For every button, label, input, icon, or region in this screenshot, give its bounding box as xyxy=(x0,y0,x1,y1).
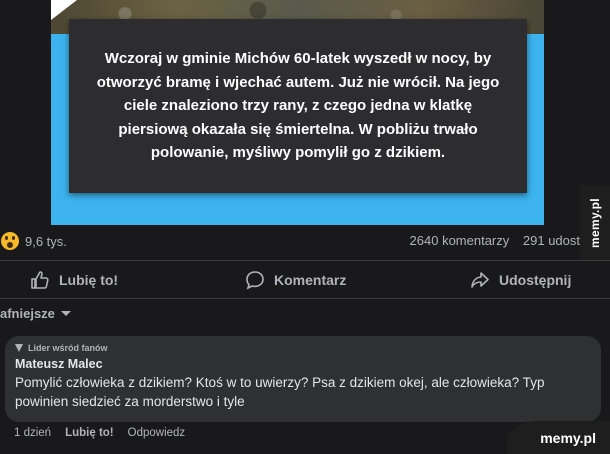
action-bar: Lubię to! Komentarz Udostępnij xyxy=(0,264,610,296)
decorative-corner xyxy=(51,0,77,20)
comments-count[interactable]: 2640 komentarzy xyxy=(410,233,510,248)
comment-bubble: Lider wśród fanów Mateusz Malec Pomylić … xyxy=(5,336,601,422)
comment-reply-link[interactable]: Odpowiedz xyxy=(128,427,186,439)
divider xyxy=(0,298,610,299)
comment-author[interactable]: Mateusz Malec xyxy=(15,357,591,371)
side-watermark-text: memy.pl xyxy=(588,197,602,248)
shares-count[interactable]: 291 udost xyxy=(523,233,580,248)
thumbs-up-icon xyxy=(31,271,49,289)
like-button[interactable]: Lubię to! xyxy=(30,270,118,290)
side-watermark: memy.pl xyxy=(580,185,610,260)
share-arrow-icon xyxy=(471,272,489,288)
caret-down-icon xyxy=(60,311,71,316)
share-label: Udostępnij xyxy=(499,272,572,288)
reactions-bar: 9,6 tys. 2640 komentarzy 291 udost xyxy=(0,229,580,253)
comment-actions: 1 dzień Lubię to! Odpowiedz xyxy=(14,427,185,439)
fan-badge: Lider wśród fanów xyxy=(15,343,591,353)
badge-label: Lider wśród fanów xyxy=(28,343,108,353)
reaction-count[interactable]: 9,6 tys. xyxy=(25,234,67,249)
comment-sort-dropdown[interactable]: afniejsze xyxy=(0,306,71,321)
post-caption: Wczoraj w gminie Michów 60-latek wyszedł… xyxy=(96,50,500,162)
sort-label: afniejsze xyxy=(0,306,55,321)
comment-time[interactable]: 1 dzień xyxy=(14,427,51,439)
post-image[interactable]: Wczoraj w gminie Michów 60-latek wyszedł… xyxy=(51,0,544,225)
caption-box: Wczoraj w gminie Michów 60-latek wyszedł… xyxy=(69,19,527,193)
comment-bubble-icon xyxy=(246,271,264,290)
comment-like-link[interactable]: Lubię to! xyxy=(65,427,114,439)
comment-text: Pomylić człowieka z dzikiem? Ktoś w to u… xyxy=(15,375,545,409)
divider xyxy=(0,260,610,261)
like-label: Lubię to! xyxy=(59,272,119,288)
bottom-watermark-text: memy.pl xyxy=(540,429,596,446)
wow-reaction-icon[interactable] xyxy=(1,232,19,250)
comment-button[interactable]: Komentarz xyxy=(245,270,346,290)
comment-label: Komentarz xyxy=(274,272,347,288)
bottom-watermark: memy.pl xyxy=(507,421,610,454)
diamond-icon xyxy=(15,343,24,353)
engagement-counts: 2640 komentarzy 291 udost xyxy=(400,233,580,248)
share-button[interactable]: Udostępnij xyxy=(470,270,571,290)
